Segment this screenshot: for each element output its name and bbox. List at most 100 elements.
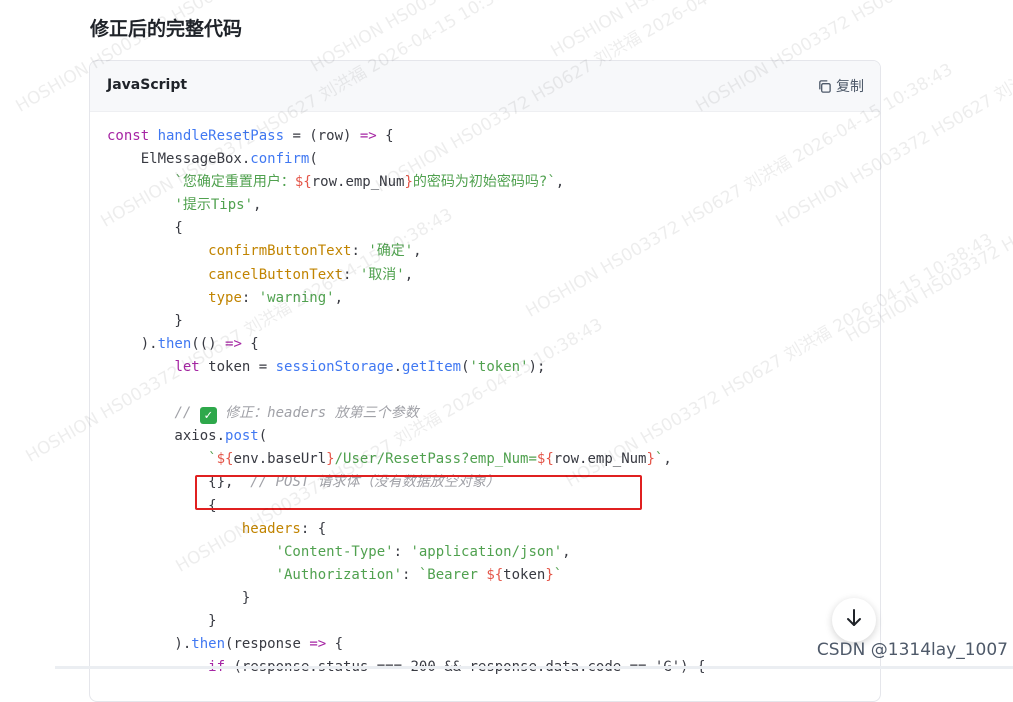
language-label: JavaScript (107, 77, 188, 93)
code-line: confirmButtonText: '确定', (107, 240, 705, 263)
code-token: } (326, 451, 335, 468)
code-token: 'Content-Type' (275, 543, 394, 560)
code-token: { (326, 636, 344, 653)
code-token: { (376, 128, 394, 144)
code-token: 'Authorization' (275, 566, 403, 583)
code-token: ( (309, 151, 318, 168)
code-token: : { (300, 520, 327, 537)
code-token: ${ (486, 566, 504, 583)
checkmark-icon: ✓ (199, 407, 217, 425)
code-token: `您确定重置用户： (174, 174, 295, 191)
code-line: axios.post( (107, 425, 705, 448)
code-token: cancelButtonText (208, 266, 344, 283)
code-line: ).then(response => { (107, 633, 705, 656)
code-token: , (404, 266, 414, 283)
code-line: headers: { (107, 518, 705, 541)
code-line: cancelButtonText: '取消', (107, 264, 705, 287)
code-token: headers (241, 520, 301, 537)
code-line: ElMessageBox.confirm( (107, 148, 705, 171)
code-token: ); (528, 358, 546, 375)
code-token: => (225, 335, 242, 352)
code-line: { (107, 217, 705, 240)
code-line: type: 'warning', (107, 287, 705, 310)
code-token: token (503, 566, 546, 583)
code-token: (() (191, 335, 226, 352)
code-token: = (row) (284, 128, 360, 144)
code-line: ).then(() => { (107, 333, 705, 356)
code-token: } (107, 312, 183, 329)
code-content: const handleResetPass = (row) => { ElMes… (107, 125, 705, 679)
code-token: , (562, 543, 571, 560)
code-token: } (107, 589, 251, 606)
code-token: , (663, 451, 672, 468)
csdn-credit: CSDN @1314lay_1007 (816, 640, 1008, 660)
code-token: . (393, 358, 403, 375)
code-line: const handleResetPass = (row) => { (107, 125, 705, 148)
code-token: token = (208, 358, 276, 375)
copy-icon (817, 79, 832, 94)
code-token: , (334, 289, 344, 306)
code-token: } (404, 174, 413, 191)
code-line: let token = sessionStorage.getItem('toke… (107, 356, 705, 379)
code-token: } (107, 612, 217, 629)
code-line: } (107, 587, 705, 610)
code-token: let (174, 358, 209, 375)
code-token: : (393, 543, 411, 560)
code-token: (response (225, 636, 310, 653)
code-token: getItem (402, 358, 462, 375)
code-token: 'application/json' (410, 543, 563, 560)
copy-button[interactable]: 复制 (817, 76, 864, 96)
code-line: 'Authorization': `Bearer ${token}` (107, 564, 705, 587)
code-line: 'Content-Type': 'application/json', (107, 541, 705, 564)
code-token: ElMessageBox. (107, 151, 251, 168)
code-token: 'warning' (258, 289, 335, 306)
code-block: JavaScript 复制 const handleResetPass = (r… (89, 60, 881, 702)
code-token: ( (461, 358, 470, 375)
code-token: : (351, 243, 369, 260)
code-token: row.emp_Num (553, 451, 647, 468)
copy-label: 复制 (836, 79, 864, 95)
code-token: , (555, 174, 565, 191)
code-token: sessionStorage (275, 358, 394, 375)
code-token: { (241, 335, 259, 352)
code-token: // (174, 405, 200, 422)
code-token: , (253, 197, 262, 214)
code-line: } (107, 310, 705, 333)
code-token: : (343, 266, 360, 283)
code-token: '提示Tips' (174, 197, 254, 214)
scroll-down-button[interactable] (832, 598, 876, 642)
code-token: 'token' (469, 358, 529, 375)
code-token: 修正：headers 放第三个参数 (216, 405, 419, 422)
code-token: row.emp_Num (311, 174, 405, 191)
code-token: '确定' (368, 243, 414, 260)
arrow-down-icon (845, 608, 863, 632)
code-token: post (225, 428, 259, 445)
code-token: } (545, 566, 554, 583)
code-token: confirm (250, 151, 310, 168)
code-token: const (107, 128, 158, 144)
code-token: ` (553, 566, 563, 583)
code-token: `Bearer (418, 566, 487, 583)
code-token: /User/ResetPass?emp_Num= (334, 451, 537, 468)
code-line: '提示Tips', (107, 194, 705, 217)
code-token: ( (258, 428, 268, 445)
code-token: 的密码为初始密码吗?` (412, 174, 556, 191)
code-token: then (157, 335, 192, 352)
code-line: `您确定重置用户：${row.emp_Num}的密码为初始密码吗?`, (107, 171, 705, 194)
code-token: then (191, 636, 226, 653)
code-token: env.baseUrl (233, 451, 327, 468)
code-token: ${ (536, 451, 554, 468)
code-token: => (309, 636, 327, 653)
code-token: ${ (294, 174, 312, 191)
